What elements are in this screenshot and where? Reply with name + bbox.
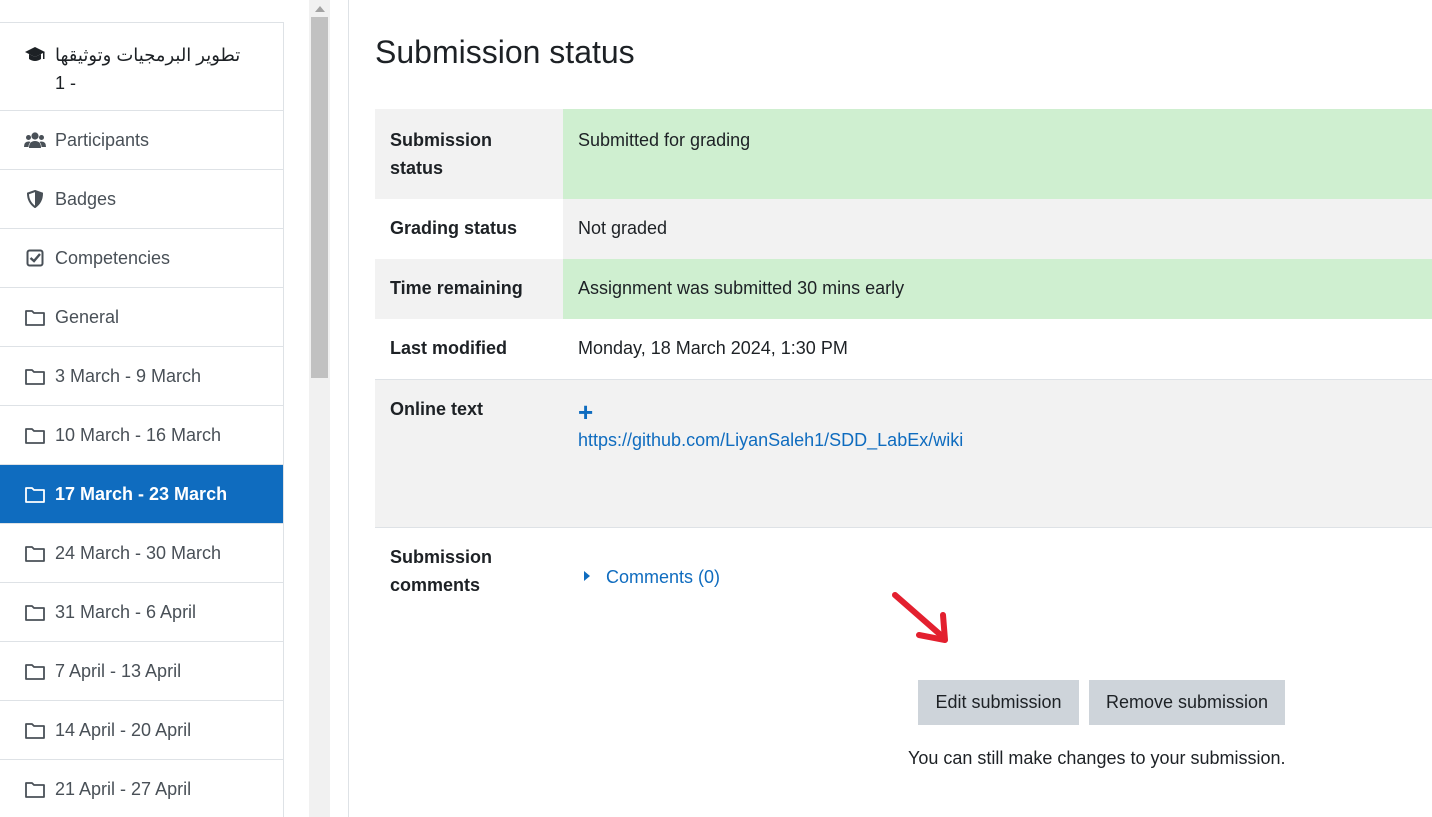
sidebar-item-label: 10 March - 16 March [55,424,222,445]
page-title: Submission status [375,34,635,70]
time-remaining-value: Assignment was submitted 30 mins early [563,259,1432,319]
course-title-arabic: تطوير البرمجيات وتوثيقها [55,45,241,65]
sidebar-item-week-mar3[interactable]: 3 March - 9 March [0,347,283,406]
submission-status-value: Submitted for grading [563,109,1432,199]
sidebar-item-label: 17 March - 23 March [55,483,228,504]
row-label: Online text [375,379,563,528]
row-label: Time remaining [390,278,523,298]
sidebar-item-label: 24 March - 30 March [55,542,222,563]
caret-right-icon[interactable] [584,571,590,582]
table-row-last-modified: Last modified Monday, 18 March 2024, 1:3… [375,319,1432,380]
folder-icon [24,542,46,564]
shield-icon [24,188,46,210]
sidebar-course-title[interactable]: تطوير البرمجيات وتوثيقها 1 - [0,23,283,111]
users-icon [24,129,46,151]
online-text-link[interactable]: https://github.com/LiyanSaleh1/SDD_LabEx… [578,430,963,450]
course-index-sidebar: تطوير البرمجيات وتوثيقها 1 - Participant… [0,22,284,817]
graduation-cap-icon [24,44,46,66]
sidebar-item-label: General [55,306,120,327]
folder-icon [24,601,46,623]
edit-hint-text: You can still make changes to your submi… [908,748,1286,768]
scroll-up-arrow-icon[interactable] [309,0,330,17]
sidebar-item-competencies[interactable]: Competencies [0,229,283,288]
last-modified-value: Monday, 18 March 2024, 1:30 PM [563,319,1432,380]
submission-status-table: Submission status Submitted for grading … [375,109,1432,618]
sidebar-item-label: 31 March - 6 April [55,601,197,622]
grading-status-value: Not graded [563,199,1432,259]
sidebar-item-week-mar17[interactable]: 17 March - 23 March [0,465,283,524]
sidebar-item-week-apr14[interactable]: 14 April - 20 April [0,701,283,760]
table-row-time-remaining: Time remaining Assignment was submitted … [375,259,1432,319]
folder-icon [24,778,46,800]
folder-icon [24,424,46,446]
sidebar-item-week-mar10[interactable]: 10 March - 16 March [0,406,283,465]
sidebar-item-label: 14 April - 20 April [55,719,192,740]
sidebar-item-general[interactable]: General [0,288,283,347]
sidebar-item-label: 7 April - 13 April [55,660,182,681]
sidebar-item-label: Competencies [55,247,171,268]
folder-icon [24,660,46,682]
sidebar-item-week-mar24[interactable]: 24 March - 30 March [0,524,283,583]
sidebar-item-week-mar31[interactable]: 31 March - 6 April [0,583,283,642]
remove-submission-button[interactable]: Remove submission [1089,680,1285,725]
sidebar-item-label: 21 April - 27 April [55,778,192,799]
row-label: Grading status [390,218,518,238]
row-label: Last modified [375,319,563,380]
table-row-grading-status: Grading status Not graded [375,199,1432,259]
online-text-cell: + https://github.com/LiyanSaleh1/SDD_Lab… [563,379,1432,528]
sidebar-item-week-apr7[interactable]: 7 April - 13 April [0,642,283,701]
comments-toggle-link[interactable]: Comments (0) [606,567,720,587]
sidebar-scrollbar[interactable] [309,0,330,817]
expand-plus-icon[interactable]: + [578,398,1417,426]
sidebar-item-week-apr21[interactable]: 21 April - 27 April [0,760,283,817]
folder-icon [24,306,46,328]
sidebar-item-label: Participants [55,129,150,150]
red-arrow-annotation-icon [892,592,948,643]
sidebar-item-participants[interactable]: Participants [0,111,283,170]
comments-cell: Comments (0) [563,528,1432,618]
folder-icon [24,483,46,505]
checkbox-icon [24,247,46,269]
sidebar-item-label: Badges [55,188,117,209]
course-title-number: 1 - [55,73,77,93]
edit-submission-button[interactable]: Edit submission [918,680,1079,725]
table-row-submission-status: Submission status Submitted for grading [375,109,1432,199]
table-row-online-text: Online text + https://github.com/LiyanSa… [375,379,1432,528]
sidebar-item-badges[interactable]: Badges [0,170,283,229]
row-label: Submission comments [390,547,493,595]
folder-icon [24,365,46,387]
sidebar-item-label: 3 March - 9 March [55,365,202,386]
row-label: Submission status [390,130,493,178]
content-divider [348,0,349,817]
folder-icon [24,719,46,741]
scrollbar-thumb[interactable] [311,17,328,378]
